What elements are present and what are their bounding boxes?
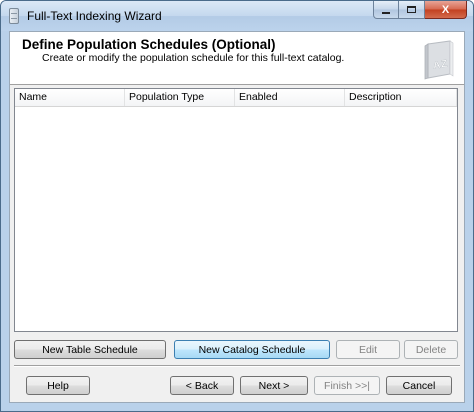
column-header-enabled[interactable]: Enabled [235,89,345,106]
new-table-schedule-button[interactable]: New Table Schedule [14,340,166,359]
page-description: Create or modify the population schedule… [42,52,345,64]
back-button[interactable]: < Back [170,376,234,395]
close-icon: X [441,3,450,16]
next-button[interactable]: Next > [240,376,308,395]
column-header-name[interactable]: Name [15,89,125,106]
app-icon [9,8,19,24]
minimize-icon [382,11,390,14]
title-bar[interactable]: Full-Text Indexing Wizard X [1,1,473,31]
wizard-window: Full-Text Indexing Wizard X Define Popul… [0,0,474,412]
az-catalog-book-icon: A Z [424,40,454,80]
edit-button[interactable]: Edit [336,340,400,359]
window-title: Full-Text Indexing Wizard [27,9,162,23]
close-button[interactable]: X [425,1,467,19]
dialog-client-area: Define Population Schedules (Optional) C… [9,31,465,403]
cancel-button[interactable]: Cancel [386,376,452,395]
wizard-header: Define Population Schedules (Optional) C… [10,32,464,85]
help-button[interactable]: Help [26,376,90,395]
minimize-button[interactable] [373,1,399,19]
delete-button[interactable]: Delete [404,340,458,359]
column-header-description[interactable]: Description [345,89,457,106]
column-header-population-type[interactable]: Population Type [125,89,235,106]
finish-button[interactable]: Finish >>| [314,376,380,395]
list-header: Name Population Type Enabled Description [15,89,457,107]
maximize-button[interactable] [399,1,425,19]
separator-line [14,365,460,367]
new-catalog-schedule-button[interactable]: New Catalog Schedule [174,340,330,359]
maximize-icon [407,6,416,13]
schedules-list[interactable]: Name Population Type Enabled Description [14,88,458,332]
caption-buttons: X [373,1,467,21]
page-title: Define Population Schedules (Optional) [22,37,276,52]
